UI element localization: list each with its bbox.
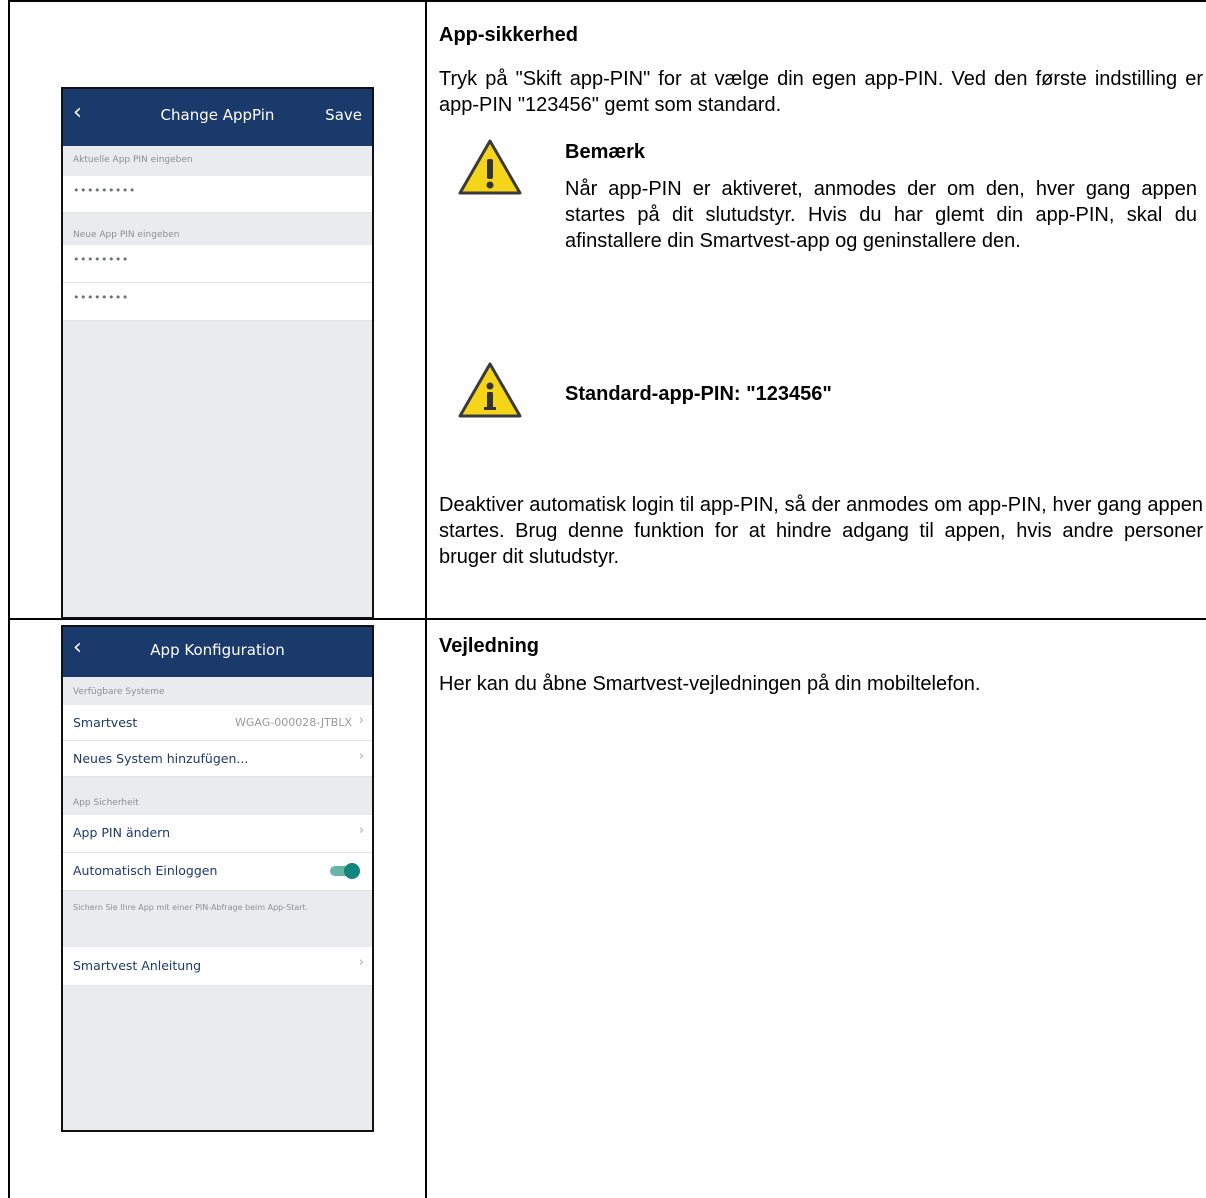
nav-bar: ‹ App Konfiguration xyxy=(63,627,372,677)
auto-login-label: Automatisch Einloggen xyxy=(73,863,218,878)
section-heading-guide: Vejledning xyxy=(439,635,540,657)
intro-paragraph: Tryk på "Skift app-PIN" for at vælge din… xyxy=(439,68,1203,116)
chevron-right-icon: › xyxy=(358,749,364,764)
change-app-pin-screen: ‹ Change AppPin Save Aktuelle App PIN ei… xyxy=(61,87,374,619)
column-divider xyxy=(425,0,427,1198)
system-row-smartvest[interactable]: Smartvest WGAG-000028-JTBLX › xyxy=(63,705,372,741)
new-pin-value: •••••••• xyxy=(73,253,129,266)
app-configuration-screen: ‹ App Konfiguration Verfügbare Systeme S… xyxy=(61,625,374,1132)
chevron-right-icon: › xyxy=(358,713,364,728)
chevron-right-icon: › xyxy=(358,955,364,970)
confirm-pin-value: •••••••• xyxy=(73,291,129,304)
default-pin-text: Standard-app-PIN: "123456" xyxy=(565,383,832,405)
chevron-right-icon: › xyxy=(358,823,364,838)
auto-login-toggle[interactable] xyxy=(330,863,360,879)
note-heading: Bemærk xyxy=(565,141,646,163)
section-label-security: App Sicherheit xyxy=(73,798,139,808)
nav-bar: ‹ Change AppPin Save xyxy=(63,89,372,146)
note-paragraph: Når app-PIN er aktiveret, anmodes der om… xyxy=(565,178,1197,252)
confirm-pin-field[interactable]: •••••••• xyxy=(63,283,372,321)
change-pin-row[interactable]: App PIN ändern › xyxy=(63,815,372,853)
guide-label: Smartvest Anleitung xyxy=(73,958,202,973)
current-pin-field[interactable]: ••••••••• xyxy=(63,176,372,213)
warning-triangle-icon xyxy=(458,139,522,195)
section-label-new-pin: Neue App PIN eingeben xyxy=(73,230,180,240)
section-label-current-pin: Aktuelle App PIN eingeben xyxy=(73,155,193,165)
table-top-border xyxy=(8,0,1206,2)
system-id: WGAG-000028-JTBLX xyxy=(235,716,352,729)
info-triangle-icon xyxy=(458,362,522,418)
add-system-row[interactable]: Neues System hinzufügen... › xyxy=(63,741,372,777)
outro-paragraph: Deaktiver automatisk login til app-PIN, … xyxy=(439,494,1203,568)
new-pin-field[interactable]: •••••••• xyxy=(63,245,372,283)
system-name: Smartvest xyxy=(73,715,138,730)
current-pin-value: ••••••••• xyxy=(73,184,136,197)
save-button[interactable]: Save xyxy=(325,106,362,124)
guide-row[interactable]: Smartvest Anleitung › xyxy=(63,947,372,986)
section-label-systems: Verfügbare Systeme xyxy=(73,687,165,697)
guide-paragraph: Her kan du åbne Smartvest-vejledningen p… xyxy=(439,673,981,695)
security-footnote: Sichern Sie Ihre App mit einer PIN-Abfra… xyxy=(73,903,309,912)
add-system-label: Neues System hinzufügen... xyxy=(73,751,249,766)
toggle-knob xyxy=(344,863,360,879)
section-heading-app-security: App-sikkerhed xyxy=(439,24,578,46)
screen-title: App Konfiguration xyxy=(150,641,285,659)
auto-login-row: Automatisch Einloggen xyxy=(63,853,372,891)
change-pin-label: App PIN ändern xyxy=(73,825,170,840)
